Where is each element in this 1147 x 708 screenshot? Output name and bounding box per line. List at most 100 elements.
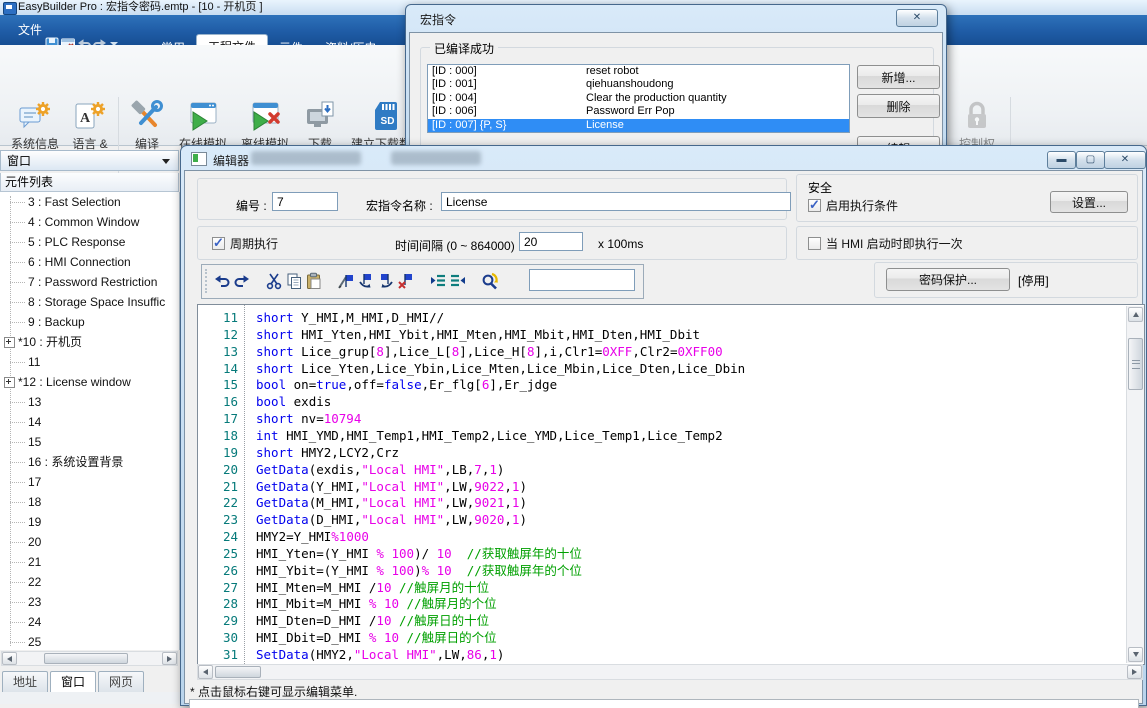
editor-window-title: 编辑器	[213, 152, 249, 169]
window-tree-item[interactable]: 20	[0, 532, 179, 552]
undo-icon[interactable]	[212, 271, 232, 291]
macro-list-row[interactable]: [ID : 006]Password Err Pop	[428, 105, 849, 118]
window-tree-item[interactable]: 24	[0, 612, 179, 632]
checkbox-icon	[808, 199, 821, 212]
scroll-up-button[interactable]	[1128, 307, 1143, 322]
window-tree-item[interactable]: 21	[0, 552, 179, 572]
exec-condition-checkbox[interactable]: 启用执行条件	[808, 197, 898, 214]
bookmark-clear-icon[interactable]	[396, 271, 416, 291]
online-sim-icon	[174, 97, 232, 135]
chevron-down-icon[interactable]	[162, 159, 170, 164]
cut-icon[interactable]	[264, 271, 284, 291]
macro-list-row[interactable]: [ID : 000]reset robot	[428, 65, 849, 78]
line-number: 13	[198, 343, 238, 360]
scroll-thumb[interactable]	[1128, 338, 1143, 390]
macro-list[interactable]: [ID : 000]reset robot[ID : 001]qiehuansh…	[427, 64, 850, 133]
window-tree-item[interactable]: 3 : Fast Selection	[0, 192, 179, 212]
window-tree-item[interactable]: 11	[0, 352, 179, 372]
indent-icon[interactable]	[428, 271, 448, 291]
search-input[interactable]	[529, 269, 635, 291]
code-vertical-scrollbar[interactable]	[1126, 306, 1144, 663]
scroll-thumb[interactable]	[215, 666, 261, 678]
toolbar-grip[interactable]	[205, 269, 207, 293]
macro-list-row[interactable]: [ID : 007] {P, S}License	[428, 119, 849, 132]
sidebar-tab-网页[interactable]: 网页	[98, 671, 144, 693]
maximize-icon[interactable]: ▢	[1076, 151, 1105, 169]
editor-toolbar-icons	[212, 271, 500, 291]
sidebar-tab-地址[interactable]: 地址	[2, 671, 48, 693]
window-tree-item[interactable]: 8 : Storage Space Insuffic	[0, 292, 179, 312]
interval-label: 时间间隔 (0 ~ 864000) :	[395, 237, 521, 254]
sidebar-tab-窗口[interactable]: 窗口	[50, 671, 96, 694]
password-protect-button[interactable]: 密码保护...	[886, 268, 1010, 291]
startup-checkbox[interactable]: 当 HMI 启动时即执行一次	[808, 235, 963, 252]
checkbox-icon	[212, 237, 225, 250]
macro-id-field[interactable]	[272, 192, 338, 211]
line-number: 17	[198, 410, 238, 427]
offline-sim-icon	[236, 97, 294, 135]
window-tree-item[interactable]: 25	[0, 632, 179, 650]
window-tree-item[interactable]: *10 : 开机页	[0, 332, 179, 352]
bookmark-next-icon[interactable]	[356, 271, 376, 291]
sidebar-horizontal-scrollbar[interactable]	[1, 651, 178, 666]
window-tree-item[interactable]: 17	[0, 472, 179, 492]
macro-name-field[interactable]	[441, 192, 791, 211]
close-icon[interactable]: ✕	[896, 9, 938, 27]
editor-body: 编号 : 宏指令名称 : 安全 启用执行条件 设置... 周期执行 时间间隔 (…	[184, 170, 1143, 704]
line-number: 14	[198, 360, 238, 377]
bookmark-toggle-icon[interactable]	[336, 271, 356, 291]
window-tree-item[interactable]: 14	[0, 412, 179, 432]
scroll-right-button[interactable]	[162, 652, 177, 665]
code-editor[interactable]: 11short Y_HMI,M_HMI,D_HMI//12short HMI_Y…	[197, 304, 1145, 665]
window-tree-item[interactable]: 23	[0, 592, 179, 612]
window-tree-item[interactable]: 13	[0, 392, 179, 412]
delete-macro-button[interactable]: 删除	[857, 94, 940, 118]
window-tree-item[interactable]: 16 : 系统设置背景	[0, 452, 179, 472]
window-tree-item[interactable]: 5 : PLC Response	[0, 232, 179, 252]
window-tree-item[interactable]: *12 : License window	[0, 372, 179, 392]
periodic-checkbox[interactable]: 周期执行	[212, 235, 278, 252]
bookmark-prev-icon[interactable]	[376, 271, 396, 291]
line-number: 26	[198, 562, 238, 579]
interval-unit-label: x 100ms	[598, 237, 643, 251]
line-number: 23	[198, 511, 238, 528]
scroll-right-button[interactable]	[1127, 665, 1142, 679]
scroll-left-button[interactable]	[2, 652, 17, 665]
macro-list-row[interactable]: [ID : 001]qiehuanshoudong	[428, 78, 849, 91]
sidebar-pane-header[interactable]: 窗口	[0, 150, 179, 171]
security-settings-button[interactable]: 设置...	[1050, 191, 1128, 213]
scroll-left-button[interactable]	[198, 665, 213, 679]
editor-window: 编辑器 ▬ ▢ ✕ 编号 : 宏指令名称 : 安全 启用执行条件 设置... 周…	[180, 145, 1147, 706]
outdent-icon[interactable]	[448, 271, 468, 291]
line-number: 21	[198, 478, 238, 495]
window-tree-item[interactable]: 6 : HMI Connection	[0, 252, 179, 272]
find-replace-icon[interactable]	[480, 271, 500, 291]
macro-id-groupbox: 编号 : 宏指令名称 :	[197, 178, 787, 220]
window-tree-item[interactable]: 7 : Password Restriction	[0, 272, 179, 292]
macro-list-row[interactable]: [ID : 004]Clear the production quantity	[428, 92, 849, 105]
window-tree-item[interactable]: 4 : Common Window	[0, 212, 179, 232]
window-tree-item[interactable]: 15	[0, 432, 179, 452]
scroll-thumb[interactable]	[44, 653, 128, 664]
window-tree-item[interactable]: 9 : Backup	[0, 312, 179, 332]
periodic-label: 周期执行	[230, 235, 278, 252]
window-tree-item[interactable]: 22	[0, 572, 179, 592]
titlebar-artifact	[251, 151, 361, 165]
interval-field[interactable]	[519, 232, 583, 251]
close-icon[interactable]: ✕	[1104, 151, 1146, 169]
minimize-icon[interactable]: ▬	[1047, 151, 1076, 169]
line-number: 18	[198, 427, 238, 444]
new-macro-button[interactable]: 新增...	[857, 65, 940, 89]
sidebar-tabs: 地址窗口网页	[2, 671, 144, 692]
svg-text:SD: SD	[381, 116, 395, 127]
expand-icon[interactable]	[4, 377, 15, 388]
window-tree-item[interactable]: 19	[0, 512, 179, 532]
code-horizontal-scrollbar[interactable]	[197, 664, 1143, 680]
window-tree-item[interactable]: 18	[0, 492, 179, 512]
expand-icon[interactable]	[4, 337, 15, 348]
copy-icon[interactable]	[284, 271, 304, 291]
line-number: 30	[198, 629, 238, 646]
scroll-down-button[interactable]	[1128, 647, 1143, 662]
redo-icon[interactable]	[232, 271, 252, 291]
paste-icon[interactable]	[304, 271, 324, 291]
